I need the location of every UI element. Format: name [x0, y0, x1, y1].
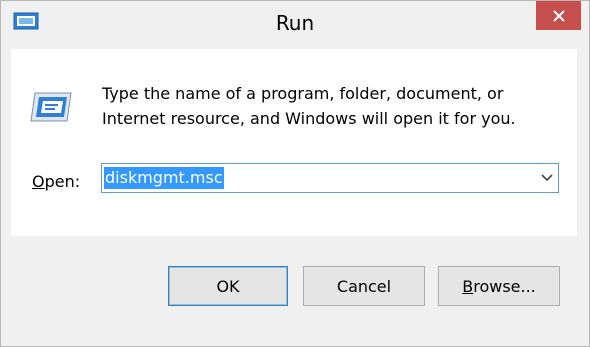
button-bar: OK Cancel Browse...: [11, 236, 577, 336]
open-label: Open:: [32, 172, 80, 191]
run-dialog-window: Run Type the name of a program, folder, …: [0, 0, 590, 347]
chevron-down-icon[interactable]: [540, 171, 554, 185]
close-button[interactable]: [536, 1, 581, 30]
description-text: Type the name of a program, folder, docu…: [102, 84, 516, 128]
open-label-accelerator: O: [32, 172, 45, 191]
browse-label-text: rowse...: [473, 276, 536, 296]
close-icon: [552, 9, 565, 22]
open-label-text: pen:: [44, 172, 81, 191]
ok-button[interactable]: OK: [168, 266, 288, 306]
content-area: Type the name of a program, folder, docu…: [11, 49, 577, 236]
title-bar[interactable]: Run: [1, 1, 589, 49]
open-input-value[interactable]: diskmgmt.msc: [104, 167, 224, 189]
run-program-icon: [30, 92, 72, 122]
window-title: Run: [275, 11, 315, 35]
browse-button[interactable]: Browse...: [438, 266, 560, 306]
browse-accelerator: B: [462, 276, 474, 296]
cancel-button[interactable]: Cancel: [303, 266, 425, 306]
open-combobox[interactable]: diskmgmt.msc: [101, 163, 559, 193]
